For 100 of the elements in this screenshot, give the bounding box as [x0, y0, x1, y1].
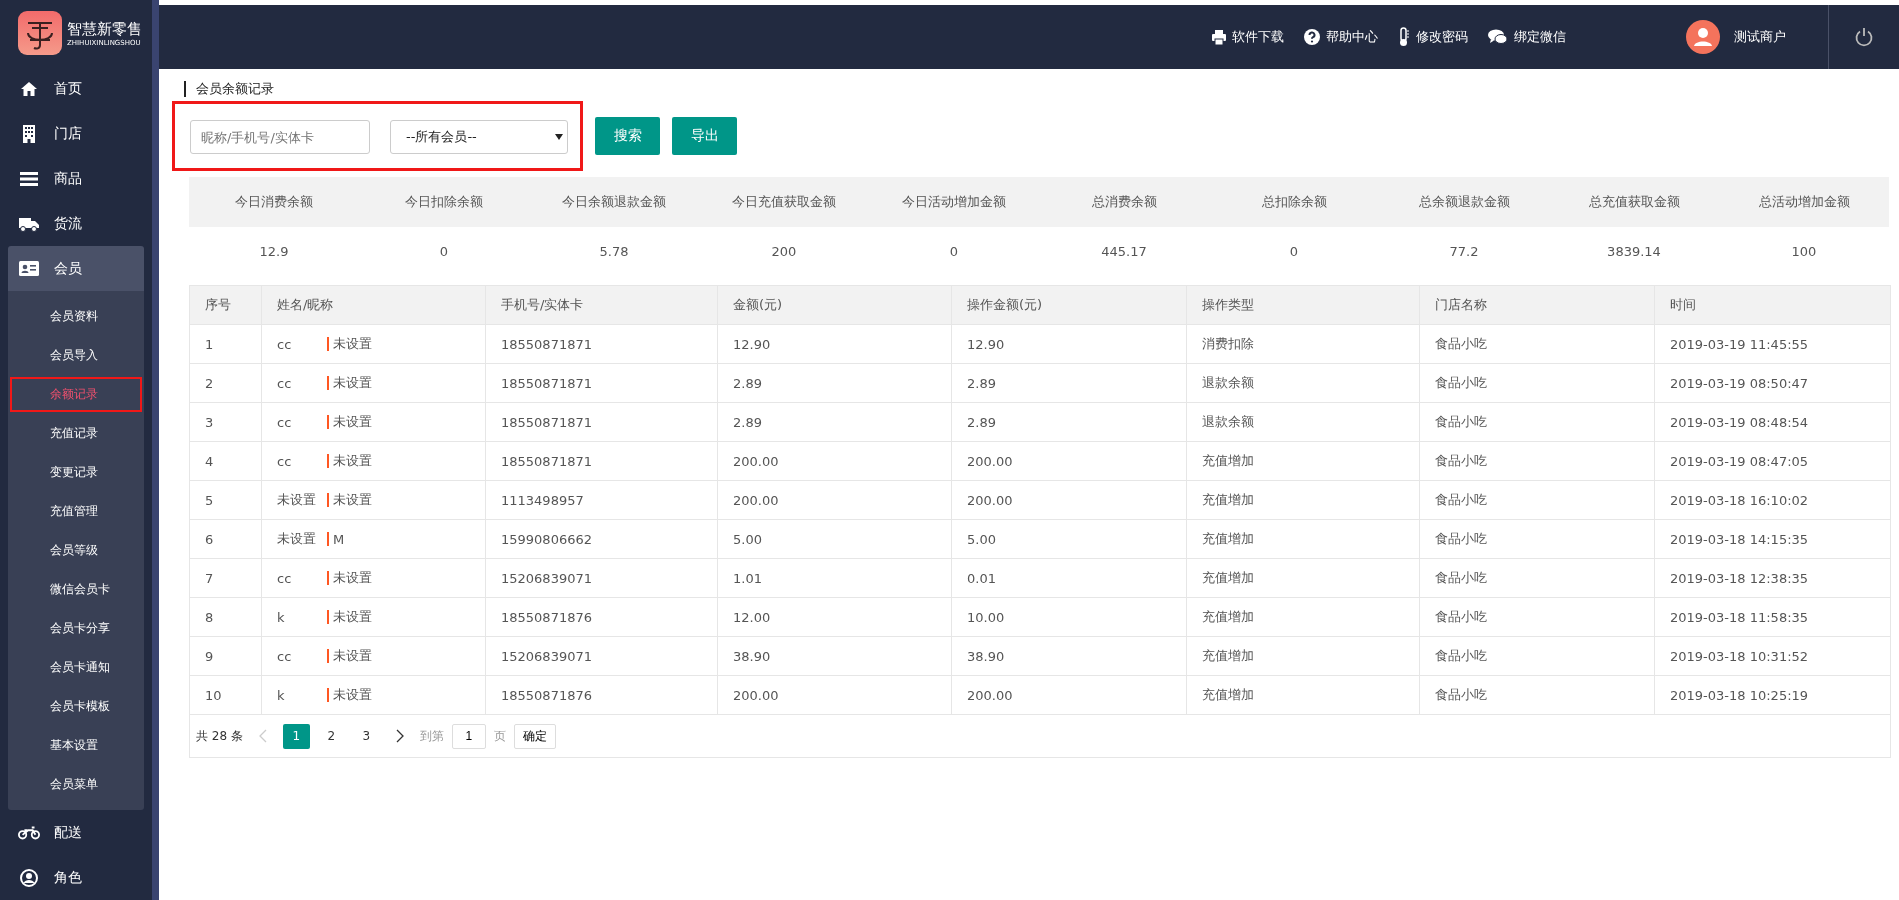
sidebar-item[interactable]: 角色: [0, 855, 144, 900]
table-cell: 12.90: [952, 325, 1187, 363]
name-text: 未设置: [277, 491, 317, 509]
export-button[interactable]: 导出: [672, 117, 737, 155]
table-cell: 4: [190, 442, 262, 480]
table-cell: 食品小吃: [1420, 559, 1655, 597]
header-link[interactable]: 软件下载: [1212, 27, 1284, 47]
search-field[interactable]: 昵称/手机号/实体卡: [190, 120, 370, 154]
page-input[interactable]: 1: [451, 723, 486, 749]
sidebar-item[interactable]: 商品: [0, 156, 144, 201]
table-cell-text: 2019-03-18 16:10:02: [1669, 491, 1810, 510]
column-header: 序号: [190, 286, 262, 324]
power-icon[interactable]: [1854, 27, 1874, 47]
submenu-item[interactable]: 会员菜单: [8, 767, 144, 802]
table-cell: 38.90: [952, 637, 1187, 675]
sidebar-item[interactable]: 货流: [0, 201, 144, 246]
table-cell: 10: [190, 676, 262, 714]
summary-header: 今日充值获取金额: [699, 177, 869, 227]
table-cell-text: 2019-03-18 11:58:35: [1669, 608, 1810, 627]
submenu-item[interactable]: 基本设置: [8, 728, 144, 763]
menu-icon: [18, 171, 40, 186]
table-cell: 5.00: [718, 520, 952, 558]
submenu-item[interactable]: 会员导入: [8, 338, 144, 373]
table-cell: 9: [190, 637, 262, 675]
next-icon[interactable]: [395, 729, 404, 743]
column-header: 姓名/昵称: [262, 286, 486, 324]
name-text: cc: [277, 414, 293, 430]
sidebar-item[interactable]: 门店: [0, 111, 144, 156]
table-cell: 3: [190, 403, 262, 441]
page-unit: 页: [493, 727, 506, 745]
table-cell: 200.00: [952, 481, 1187, 519]
table-cell: 2: [190, 364, 262, 402]
summary-header: 总余额退款金额: [1379, 177, 1549, 227]
chat-icon: [1488, 29, 1508, 45]
submenu-item[interactable]: 会员资料: [8, 299, 144, 334]
page-button[interactable]: 1: [282, 723, 310, 749]
name-text: cc: [277, 648, 293, 664]
table-cell-text: 2019-03-18 10:25:19: [1669, 686, 1810, 705]
printer-icon: [1212, 29, 1226, 45]
submenu-item[interactable]: 充值记录: [8, 416, 144, 451]
table-cell: 食品小吃: [1420, 364, 1655, 402]
nickname-text: 未设置: [333, 647, 372, 665]
sidebar-item[interactable]: 会员: [8, 246, 144, 291]
column-header: 门店名称: [1420, 286, 1655, 324]
submenu-item[interactable]: 充值管理: [8, 494, 144, 529]
table-cell-text: 2019-03-19 08:47:05: [1669, 452, 1810, 471]
sidebar-item[interactable]: 配送: [0, 810, 144, 855]
member-dropdown[interactable]: --所有会员--: [390, 120, 568, 154]
sidebar-item[interactable]: 首页: [0, 66, 144, 111]
logo-title: 智慧新零售: [67, 19, 142, 39]
table-cell: 充值增加: [1187, 637, 1420, 675]
table-cell: 18550871871: [486, 325, 718, 363]
table-cell-text: 2019-03-19 08:48:54: [1669, 413, 1810, 432]
table-cell: 200.00: [952, 676, 1187, 714]
help-icon: [1304, 29, 1320, 45]
submenu-item[interactable]: 会员等级: [8, 533, 144, 568]
summary-value: 0: [1288, 242, 1300, 261]
id-card-icon: [18, 261, 40, 276]
table-cell: 食品小吃: [1420, 481, 1655, 519]
table-cell: 充值增加: [1187, 481, 1420, 519]
table-cell: 充值增加: [1187, 598, 1420, 636]
page-button[interactable]: 3: [352, 723, 380, 749]
table-cell: 2.89: [718, 403, 952, 441]
nickname-text: 未设置: [333, 335, 372, 353]
search-button[interactable]: 搜索: [595, 117, 660, 155]
table-cell: 200.00: [952, 442, 1187, 480]
summary-value: 200: [770, 242, 798, 261]
table-cell: 7: [190, 559, 262, 597]
table-cell: 12.90: [718, 325, 952, 363]
summary-header: 总活动增加金额: [1719, 177, 1889, 227]
table-cell: 18550871871: [486, 364, 718, 402]
submenu-item[interactable]: 会员卡分享: [8, 611, 144, 646]
table-cell: 退款余额: [1187, 364, 1420, 402]
summary-value: 100: [1790, 242, 1818, 261]
submenu-item[interactable]: 变更记录: [8, 455, 144, 490]
header-link[interactable]: 修改密码: [1398, 27, 1468, 47]
nickname-text: 未设置: [333, 491, 372, 509]
submenu-item[interactable]: 会员卡模板: [8, 689, 144, 724]
submenu-item[interactable]: 会员卡通知: [8, 650, 144, 685]
column-header: 金额(元): [718, 286, 952, 324]
user-name[interactable]: 测试商户: [1734, 28, 1786, 46]
summary-header: 总扣除余额: [1209, 177, 1379, 227]
goto-label: 到第: [419, 727, 444, 745]
submenu-item[interactable]: 微信会员卡: [8, 572, 144, 607]
table-cell: 2.89: [952, 403, 1187, 441]
table-cell: 200.00: [718, 676, 952, 714]
table-cell: 1113498957: [486, 481, 718, 519]
summary-value: 3839.14: [1606, 242, 1662, 261]
summary-header: 今日扣除余额: [359, 177, 529, 227]
header-link[interactable]: 绑定微信: [1488, 27, 1566, 47]
table-cell: 200.00: [718, 442, 952, 480]
table-cell: 退款余额: [1187, 403, 1420, 441]
thermometer-icon: [1398, 27, 1410, 47]
confirm-button[interactable]: 确定: [513, 723, 556, 749]
avatar-icon[interactable]: [1686, 20, 1720, 54]
nickname-text: 未设置: [333, 686, 372, 704]
header-link[interactable]: 帮助中心: [1304, 27, 1378, 47]
nickname-text: M: [333, 531, 345, 547]
table-cell: 充值增加: [1187, 520, 1420, 558]
page-button[interactable]: 2: [317, 723, 345, 749]
